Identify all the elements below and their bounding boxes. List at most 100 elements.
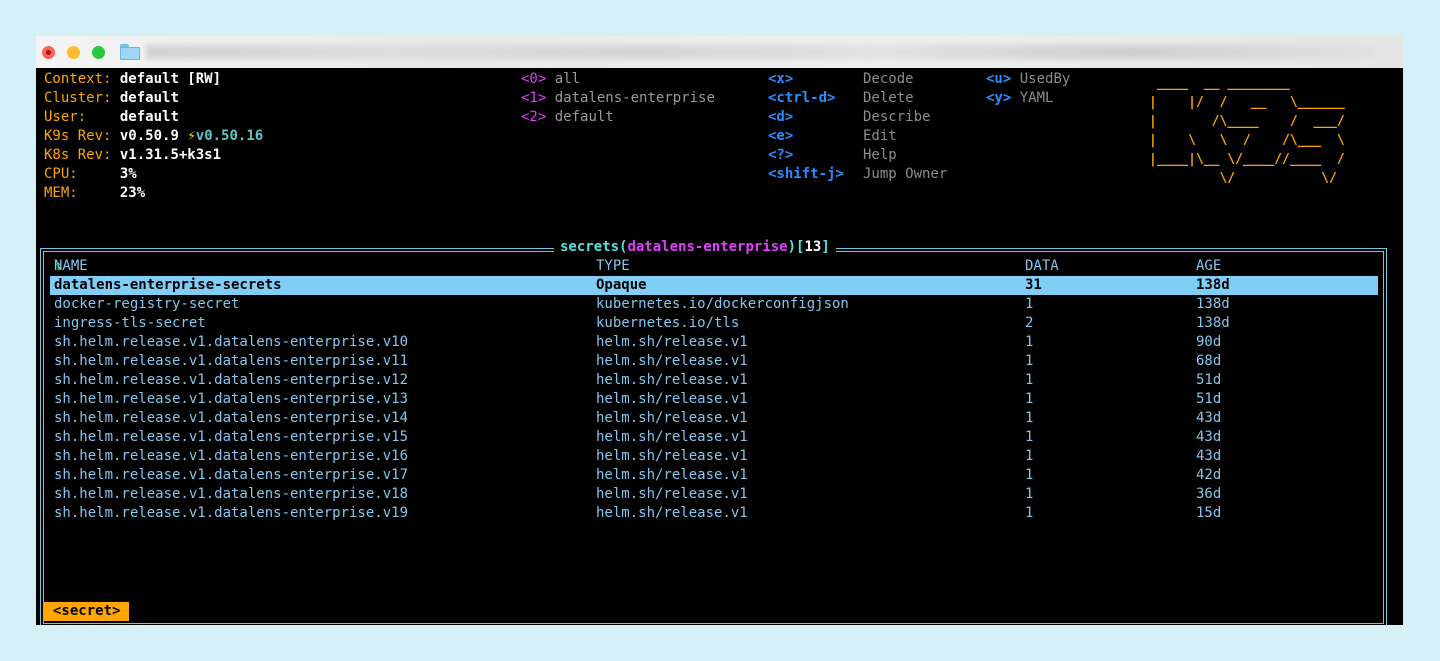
cell-name: ingress-tls-secret: [54, 315, 206, 331]
table-row[interactable]: datalens-enterprise-secrets Opaque 31 138d: [50, 276, 1378, 295]
cpu-line: CPU: 3%: [44, 165, 137, 184]
cell-name: sh.helm.release.v1.datalens-enterprise.v…: [54, 372, 409, 388]
table-row[interactable]: sh.helm.release.v1.datalens-enterprise.v…: [50, 409, 1378, 428]
k9s-terminal[interactable]: Context: default [RW] Cluster: default U…: [36, 68, 1403, 625]
cell-name: sh.helm.release.v1.datalens-enterprise.v…: [54, 353, 409, 369]
user-line: User: default: [44, 108, 179, 127]
table-header: NAME ↑ TYPE DATA AGE: [54, 257, 1222, 276]
cell-name: sh.helm.release.v1.datalens-enterprise.v…: [54, 391, 409, 407]
hotkey-usedby[interactable]: <u> UsedBy: [986, 70, 1070, 89]
cell-name: sh.helm.release.v1.datalens-enterprise.v…: [54, 505, 409, 521]
mem-value: 23%: [119, 185, 146, 201]
cell-name: docker-registry-secret: [54, 296, 240, 312]
cell-name: sh.helm.release.v1.datalens-enterprise.v…: [54, 448, 409, 464]
table-row[interactable]: docker-registry-secret kubernetes.io/dock…: [50, 295, 1378, 314]
table-row[interactable]: ingress-tls-secret kubernetes.io/tls 2 138d: [50, 314, 1378, 333]
mem-line: MEM: 23%: [44, 184, 145, 203]
namespace-shortcut-datalens-enterprise[interactable]: <1> datalens-enterprise: [521, 89, 715, 108]
cell-type: helm.sh/release.v1: [596, 448, 748, 464]
cell-data: 2: [1025, 315, 1034, 331]
hotkey-edit-key[interactable]: <e>: [768, 127, 793, 146]
cell-age: 36d: [1196, 486, 1222, 502]
cell-data: 1: [1025, 505, 1034, 521]
cell-data: 1: [1025, 467, 1034, 483]
header-type[interactable]: TYPE: [596, 257, 630, 276]
header-data[interactable]: DATA: [1025, 257, 1059, 276]
namespace-shortcut-default[interactable]: <2> default: [521, 108, 614, 127]
k9s-latest-version: v0.50.16: [195, 128, 264, 144]
cell-type: helm.sh/release.v1: [596, 467, 748, 483]
table-row[interactable]: sh.helm.release.v1.datalens-enterprise.v…: [50, 428, 1378, 447]
cell-data: 1: [1025, 372, 1034, 388]
hotkey-edit-label: Edit: [863, 128, 897, 144]
k9s-rev-label: K9s Rev:: [44, 128, 112, 144]
table-row[interactable]: sh.helm.release.v1.datalens-enterprise.v…: [50, 352, 1378, 371]
hotkey-decode-key[interactable]: <x>: [768, 70, 793, 89]
cell-name: sh.helm.release.v1.datalens-enterprise.v…: [54, 467, 409, 483]
hotkey-describe-label: Describe: [863, 109, 931, 125]
k9s-rev-line: K9s Rev: v0.50.9 ⚡v0.50.16: [44, 127, 263, 146]
cell-age: 15d: [1196, 505, 1222, 521]
minimize-button[interactable]: [67, 46, 80, 59]
cell-data: 1: [1025, 353, 1034, 369]
cluster-value: default: [119, 90, 179, 106]
cell-data: 1: [1025, 296, 1034, 312]
cell-data: 1: [1025, 486, 1034, 502]
cell-type: helm.sh/release.v1: [596, 486, 748, 502]
cell-age: 51d: [1196, 372, 1222, 388]
table-row[interactable]: sh.helm.release.v1.datalens-enterprise.v…: [50, 333, 1378, 352]
namespace-shortcut-all[interactable]: <0> all: [521, 70, 580, 89]
cell-name: sh.helm.release.v1.datalens-enterprise.v…: [54, 486, 409, 502]
cpu-label: CPU:: [44, 166, 78, 182]
cell-data: 1: [1025, 391, 1034, 407]
k8s-rev-value: v1.31.5+k3s1: [119, 147, 222, 163]
k8s-rev-label: K8s Rev:: [44, 147, 112, 163]
cell-data: 1: [1025, 410, 1034, 426]
table-row[interactable]: sh.helm.release.v1.datalens-enterprise.v…: [50, 485, 1378, 504]
hotkey-delete-key[interactable]: <ctrl-d>: [768, 89, 835, 108]
hotkey-help-label: Help: [863, 147, 897, 163]
k9s-logo-line-2: | |/ / __ \______: [1149, 95, 1353, 110]
cell-data: 1: [1025, 448, 1034, 464]
terminal-window: Context: default [RW] Cluster: default U…: [36, 36, 1403, 625]
table-row[interactable]: sh.helm.release.v1.datalens-enterprise.v…: [50, 466, 1378, 485]
hotkey-describe-key[interactable]: <d>: [768, 108, 793, 127]
cell-age: 90d: [1196, 334, 1222, 350]
cell-type: Opaque: [596, 277, 647, 293]
close-button[interactable]: [42, 46, 55, 59]
mem-label: MEM:: [44, 185, 78, 201]
context-value: default [RW]: [119, 71, 222, 87]
cell-type: kubernetes.io/dockerconfigjson: [596, 296, 849, 312]
context-label: Context:: [44, 71, 112, 87]
cell-age: 51d: [1196, 391, 1222, 407]
cell-type: helm.sh/release.v1: [596, 334, 748, 350]
hotkey-jump-owner-key[interactable]: <shift-j>: [768, 165, 844, 184]
k9s-rev-value: v0.50.9: [119, 128, 179, 144]
table-row[interactable]: sh.helm.release.v1.datalens-enterprise.v…: [50, 390, 1378, 409]
cell-age: 68d: [1196, 353, 1222, 369]
table-row[interactable]: sh.helm.release.v1.datalens-enterprise.v…: [50, 371, 1378, 390]
zoom-button[interactable]: [92, 46, 105, 59]
user-value: default: [119, 109, 179, 125]
table-row[interactable]: sh.helm.release.v1.datalens-enterprise.v…: [50, 447, 1378, 466]
k9s-logo-line-3: | /\____ / ___/: [1149, 114, 1353, 129]
cell-type: helm.sh/release.v1: [596, 391, 748, 407]
k9s-logo-line-4: | \ \ / /\___ \: [1149, 133, 1353, 148]
cell-type: helm.sh/release.v1: [596, 429, 748, 445]
cell-type: helm.sh/release.v1: [596, 410, 748, 426]
cell-data: 31: [1025, 277, 1042, 293]
k9s-logo-line-1: ____ __ ________: [1149, 76, 1353, 91]
cell-type: helm.sh/release.v1: [596, 353, 748, 369]
cell-age: 43d: [1196, 429, 1222, 445]
header-age[interactable]: AGE: [1196, 257, 1221, 276]
hotkey-help-key[interactable]: <?>: [768, 146, 793, 165]
user-label: User:: [44, 109, 87, 125]
context-line: Context: default [RW]: [44, 70, 221, 89]
k9s-logo-line-5: |____|\__ \/____//____ /: [1149, 152, 1353, 167]
table-row[interactable]: sh.helm.release.v1.datalens-enterprise.v…: [50, 504, 1378, 523]
title-bar[interactable]: [36, 36, 1403, 68]
cpu-value: 3%: [119, 166, 137, 182]
breadcrumb[interactable]: <secret>: [44, 602, 130, 621]
hotkey-decode-label: Decode: [863, 71, 914, 87]
hotkey-yaml[interactable]: <y> YAML: [986, 89, 1053, 108]
